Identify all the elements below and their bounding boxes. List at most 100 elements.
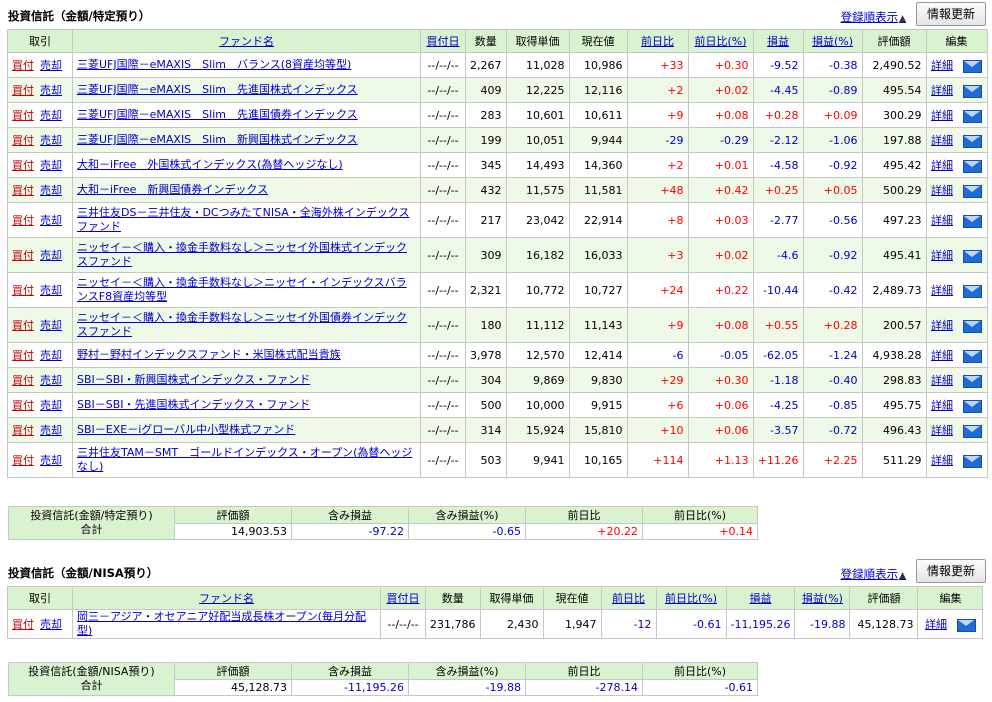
section2-col-header[interactable]: 損益 [725,586,796,610]
section2-col-header[interactable]: 前日比 [600,586,657,610]
section2-sort-link[interactable]: 登録順表示▲ [841,566,906,582]
detail-link[interactable]: 詳細 [931,214,953,227]
section1-col-header[interactable]: 損益 [752,29,804,53]
fund-name-link[interactable]: ニッセイ－＜購入・換金手数料なし＞ニッセイ・インデックスバランスF8資産均等型 [77,276,407,303]
section2-col-header[interactable]: 損益(%) [794,586,851,610]
mail-icon[interactable] [963,399,982,413]
section2-col-header[interactable]: ファンド名 [72,586,381,610]
fund-name-link[interactable]: 野村－野村インデックスファンド・米国株式配当貴族 [77,348,341,361]
buy-link[interactable]: 買付 [12,159,34,172]
section2-col-header[interactable]: 買付日 [380,586,426,610]
sell-link[interactable]: 売却 [40,249,62,262]
section1-col-header[interactable]: 買付日 [420,29,466,53]
sell-link[interactable]: 売却 [40,59,62,72]
fund-name-link[interactable]: 三井住友TAM－SMT ゴールドインデックス・オープン(為替ヘッジなし) [77,446,412,473]
mail-icon[interactable] [963,454,982,468]
fund-name-link[interactable]: 三菱UFJ国際－eMAXIS Slim 先進国株式インデックス [77,83,358,96]
sell-link[interactable]: 売却 [40,214,62,227]
day-change-pct: -0.29 [687,127,754,153]
mail-icon[interactable] [963,374,982,388]
current-price: 9,915 [568,392,628,418]
buy-link[interactable]: 買付 [12,84,34,97]
mail-icon[interactable] [963,214,982,228]
section2-col-header[interactable]: 前日比(%) [655,586,727,610]
profit-loss: -62.05 [752,342,804,368]
detail-link[interactable]: 詳細 [931,84,953,97]
section1-col-header[interactable]: 前日比(%) [687,29,754,53]
profit-loss-pct: -0.92 [802,237,863,273]
buy-link[interactable]: 買付 [12,618,34,631]
mail-icon[interactable] [963,319,982,333]
detail-link[interactable]: 詳細 [931,319,953,332]
section1-sort-link[interactable]: 登録順表示▲ [841,9,906,25]
mail-icon[interactable] [963,84,982,98]
fund-name-link[interactable]: SBI－EXE－iグローバル中小型株式ファンド [77,423,295,436]
fund-name-link[interactable]: 三菱UFJ国際－eMAXIS Slim 新興国株式インデックス [77,133,358,146]
detail-link[interactable]: 詳細 [931,399,953,412]
mail-icon[interactable] [963,424,982,438]
detail-link[interactable]: 詳細 [931,184,953,197]
sell-link[interactable]: 売却 [40,184,62,197]
section2-refresh-button[interactable]: 情報更新 [916,559,986,583]
section1-col-header[interactable]: ファンド名 [72,29,421,53]
mail-icon[interactable] [963,159,982,173]
section1-col-header[interactable]: 前日比 [626,29,689,53]
detail-link[interactable]: 詳細 [931,284,953,297]
mail-icon[interactable] [963,184,982,198]
sell-link[interactable]: 売却 [40,349,62,362]
section1-refresh-button[interactable]: 情報更新 [916,2,986,26]
fund-name-link[interactable]: 三菱UFJ国際－eMAXIS Slim 先進国債券インデックス [77,108,358,121]
fund-name-link[interactable]: 岡三－アジア・オセアニア好配当成長株オープン(毎月分配型) [77,611,366,638]
sell-link[interactable]: 売却 [40,84,62,97]
sell-link[interactable]: 売却 [40,454,62,467]
fund-name-link[interactable]: 三井住友DS－三井住友・DCつみたてNISA・全海外株インデックスファンド [77,206,409,233]
buy-link[interactable]: 買付 [12,59,34,72]
section1-col-header[interactable]: 損益(%) [802,29,863,53]
detail-link[interactable]: 詳細 [931,159,953,172]
detail-link[interactable]: 詳細 [931,454,953,467]
detail-link[interactable]: 詳細 [931,134,953,147]
buy-link[interactable]: 買付 [12,284,34,297]
mail-icon[interactable] [963,134,982,148]
fund-name-link[interactable]: SBI－SBI・新興国株式インデックス・ファンド [77,373,310,386]
buy-link[interactable]: 買付 [12,134,34,147]
sell-link[interactable]: 売却 [40,284,62,297]
buy-link[interactable]: 買付 [12,454,34,467]
mail-icon[interactable] [963,59,982,73]
buy-link[interactable]: 買付 [12,109,34,122]
buy-link[interactable]: 買付 [12,249,34,262]
mail-icon[interactable] [963,249,982,263]
sell-link[interactable]: 売却 [40,618,62,631]
fund-name-link[interactable]: 大和－iFree 新興国債券インデックス [77,183,268,196]
fund-name-link[interactable]: 大和－iFree 外国株式インデックス(為替ヘッジなし) [77,158,343,171]
sell-link[interactable]: 売却 [40,109,62,122]
detail-link[interactable]: 詳細 [931,424,953,437]
fund-name-link[interactable]: ニッセイ－＜購入・換金手数料なし＞ニッセイ外国株式インデックスファンド [77,241,407,268]
detail-link[interactable]: 詳細 [925,618,947,631]
sell-link[interactable]: 売却 [40,134,62,147]
detail-link[interactable]: 詳細 [931,349,953,362]
fund-name-link[interactable]: 三菱UFJ国際－eMAXIS Slim バランス(8資産均等型) [77,58,351,71]
sell-link[interactable]: 売却 [40,159,62,172]
sell-link[interactable]: 売却 [40,424,62,437]
mail-icon[interactable] [963,349,982,363]
detail-link[interactable]: 詳細 [931,59,953,72]
buy-link[interactable]: 買付 [12,214,34,227]
fund-name-link[interactable]: SBI－SBI・先進国株式インデックス・ファンド [77,398,310,411]
buy-link[interactable]: 買付 [12,424,34,437]
detail-link[interactable]: 詳細 [931,374,953,387]
buy-link[interactable]: 買付 [12,319,34,332]
fund-name-link[interactable]: ニッセイ－＜購入・換金手数料なし＞ニッセイ外国債券インデックスファンド [77,311,407,338]
detail-link[interactable]: 詳細 [931,249,953,262]
sell-link[interactable]: 売却 [40,374,62,387]
buy-link[interactable]: 買付 [12,374,34,387]
mail-icon[interactable] [963,109,982,123]
buy-link[interactable]: 買付 [12,399,34,412]
detail-link[interactable]: 詳細 [931,109,953,122]
buy-link[interactable]: 買付 [12,184,34,197]
mail-icon[interactable] [963,284,982,298]
mail-icon[interactable] [956,618,976,632]
sell-link[interactable]: 売却 [40,399,62,412]
sell-link[interactable]: 売却 [40,319,62,332]
buy-link[interactable]: 買付 [12,349,34,362]
